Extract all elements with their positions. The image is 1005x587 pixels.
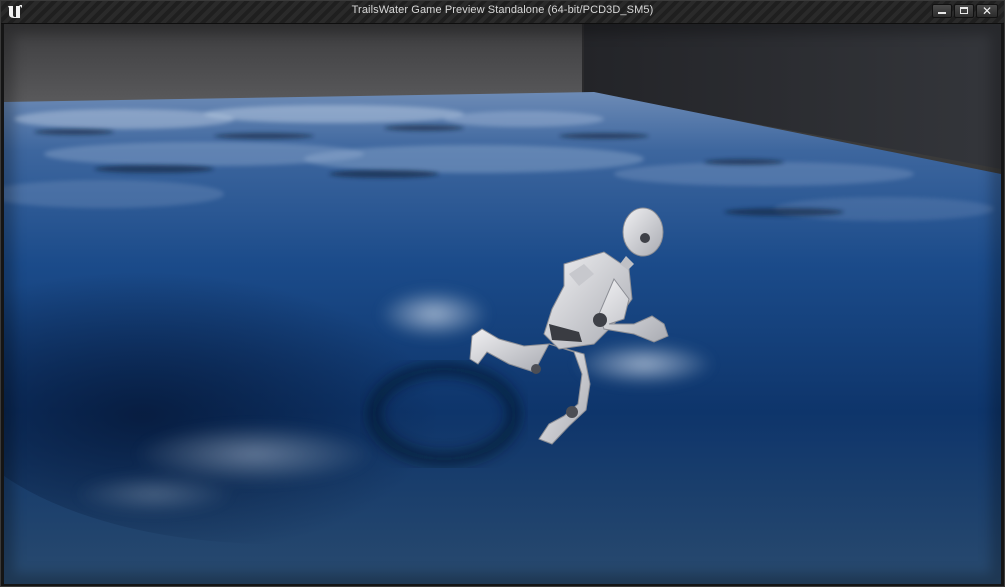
- title-bar[interactable]: TrailsWater Game Preview Standalone (64-…: [1, 1, 1004, 24]
- back-wall: [4, 24, 584, 104]
- game-preview-window: TrailsWater Game Preview Standalone (64-…: [0, 0, 1005, 587]
- unreal-engine-logo-icon[interactable]: [6, 3, 24, 21]
- game-viewport[interactable]: [4, 24, 1001, 584]
- close-button[interactable]: ✕: [976, 4, 998, 18]
- maximize-button[interactable]: [954, 4, 974, 18]
- maximize-icon: [960, 7, 968, 14]
- minimize-button[interactable]: [932, 4, 952, 18]
- window-title: TrailsWater Game Preview Standalone (64-…: [351, 4, 654, 16]
- window-controls: ✕: [932, 4, 998, 18]
- scene-render: [4, 24, 1001, 584]
- close-icon: ✕: [981, 4, 993, 18]
- minimize-icon: [938, 12, 946, 14]
